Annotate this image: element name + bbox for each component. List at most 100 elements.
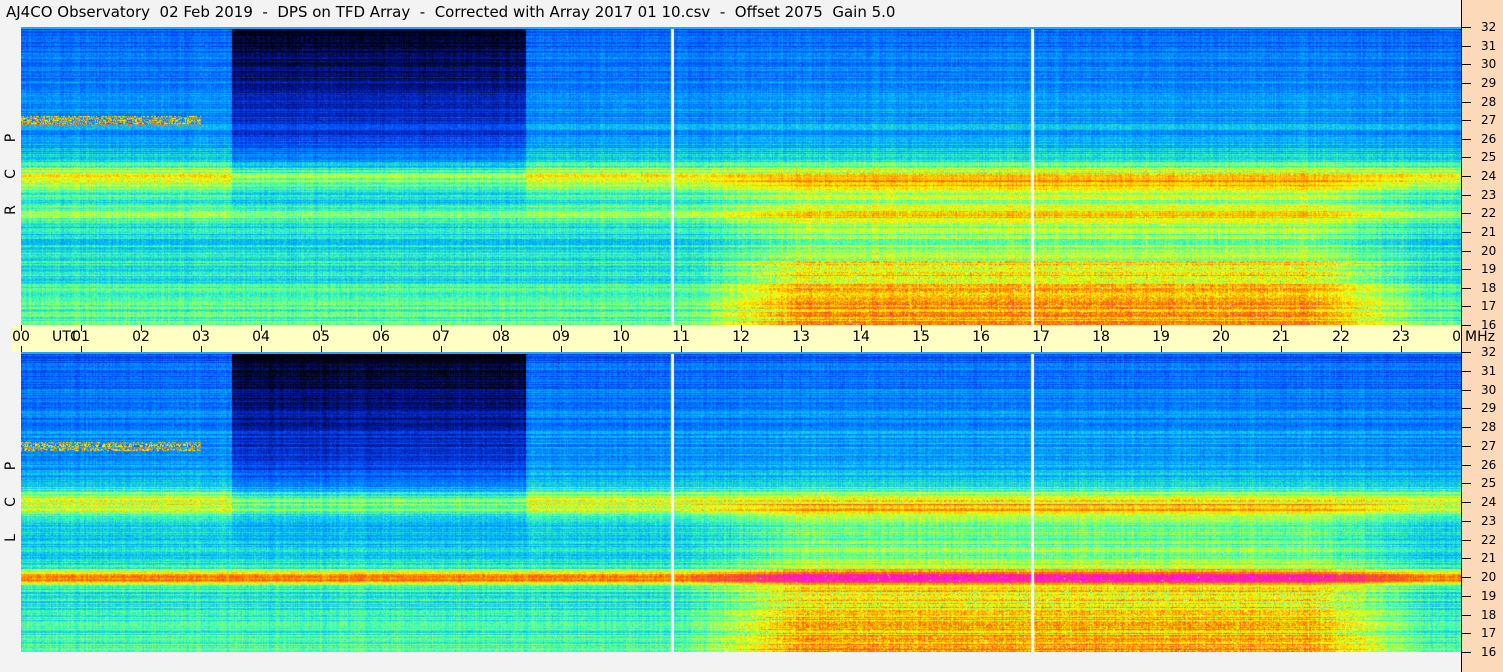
y-tick <box>1461 652 1471 653</box>
x-tick-label: 20 <box>1212 329 1230 345</box>
x-tick <box>201 325 202 331</box>
y-tick-label: 22 <box>1481 206 1497 221</box>
x-tick-label: 16 <box>972 329 990 345</box>
y-tick-label: 21 <box>1481 551 1497 566</box>
y-tick-label: 29 <box>1481 75 1497 90</box>
y-tick-label: 28 <box>1481 420 1497 434</box>
y-tick-label: 29 <box>1481 401 1497 416</box>
x-tick <box>921 325 922 331</box>
y-tick <box>1461 633 1471 635</box>
x-tick-label: 17 <box>1032 329 1050 345</box>
x-tick <box>1101 346 1102 352</box>
y-tick <box>1461 370 1471 372</box>
x-tick-label: 12 <box>732 329 750 345</box>
rcp-label: P C R <box>3 120 19 228</box>
x-tick-label: 04 <box>252 329 270 345</box>
rcp-spectrogram <box>21 27 1461 325</box>
y-tick <box>1461 120 1471 122</box>
y-tick-label: 30 <box>1481 57 1497 72</box>
y-tick-label: 23 <box>1481 187 1497 202</box>
y-tick-label: 18 <box>1481 280 1497 295</box>
x-tick-label: 05 <box>312 329 330 345</box>
y-tick-label: 26 <box>1481 131 1497 146</box>
x-tick-label: 19 <box>1152 329 1170 345</box>
y-tick <box>1461 558 1471 560</box>
x-tick-label: 15 <box>912 329 930 345</box>
y-tick-label: 25 <box>1481 476 1497 491</box>
y-tick <box>1461 194 1471 196</box>
y-tick <box>1461 483 1471 485</box>
y-tick-label: 20 <box>1481 570 1497 584</box>
y-tick-label: 27 <box>1481 113 1497 128</box>
y-tick <box>1461 176 1471 177</box>
x-tick <box>501 346 502 352</box>
chart-title: AJ4CO Observatory 02 Feb 2019 - DPS on T… <box>6 3 896 21</box>
x-tick <box>1161 346 1162 352</box>
y-tick <box>1461 64 1471 66</box>
x-tick-label: 21 <box>1272 329 1290 345</box>
x-tick-label: 23 <box>1392 329 1410 345</box>
x-tick-label: 06 <box>372 329 390 345</box>
x-tick <box>21 325 22 331</box>
y-tick-label: 27 <box>1481 438 1497 453</box>
x-tick <box>921 346 922 352</box>
x-tick-label: 02 <box>132 329 150 345</box>
x-tick <box>261 325 262 331</box>
x-tick <box>981 325 982 331</box>
y-tick <box>1461 82 1471 84</box>
x-tick <box>321 325 322 331</box>
x-tick <box>1281 346 1282 352</box>
x-tick <box>321 346 322 352</box>
x-tick <box>441 325 442 331</box>
x-tick <box>381 325 382 331</box>
y-tick <box>1461 427 1471 428</box>
y-tick <box>1461 595 1471 597</box>
x-tick <box>861 325 862 331</box>
x-tick-label: 09 <box>552 329 570 345</box>
x-tick-label: 22 <box>1332 329 1350 345</box>
x-tick-label: 18 <box>1092 329 1110 345</box>
x-tick-label: 14 <box>852 329 870 345</box>
x-tick <box>1101 325 1102 331</box>
rcp-heatmap <box>21 29 1461 325</box>
x-tick <box>1341 346 1342 352</box>
y-tick <box>1461 138 1471 140</box>
x-tick <box>81 346 82 352</box>
y-tick <box>1461 502 1471 503</box>
y-tick <box>1461 408 1471 410</box>
x-tick-label: 00 <box>12 329 30 345</box>
y-tick <box>1461 539 1471 541</box>
y-tick-label: 17 <box>1481 299 1497 314</box>
y-tick-label: 16 <box>1481 318 1497 332</box>
y-tick <box>1461 287 1471 289</box>
y-tick-label: 24 <box>1481 495 1497 509</box>
y-tick-label: 26 <box>1481 457 1497 472</box>
y-tick <box>1461 231 1471 233</box>
y-tick-label: 25 <box>1481 150 1497 165</box>
y-tick-label: 19 <box>1481 262 1497 277</box>
x-tick <box>801 325 802 331</box>
y-tick-label: 30 <box>1481 382 1497 397</box>
x-tick <box>1041 325 1042 331</box>
y-tick <box>1461 250 1471 252</box>
y-tick <box>1461 389 1471 391</box>
x-tick <box>561 325 562 331</box>
y-tick <box>1461 27 1471 28</box>
y-tick-label: 31 <box>1481 38 1497 53</box>
y-tick <box>1461 269 1471 271</box>
x-tick <box>801 346 802 352</box>
x-tick <box>1401 325 1402 331</box>
y-tick <box>1461 352 1471 353</box>
x-tick <box>861 346 862 352</box>
x-tick <box>741 346 742 352</box>
y-tick-label: 24 <box>1481 169 1497 183</box>
x-tick <box>981 346 982 352</box>
y-tick-label: 16 <box>1481 645 1497 659</box>
y-tick <box>1461 213 1471 215</box>
y-tick <box>1461 101 1471 103</box>
x-tick <box>1461 325 1462 331</box>
x-tick <box>621 346 622 352</box>
x-axis-label: UTC <box>52 329 80 345</box>
y-tick <box>1461 577 1471 578</box>
x-tick <box>1161 325 1162 331</box>
